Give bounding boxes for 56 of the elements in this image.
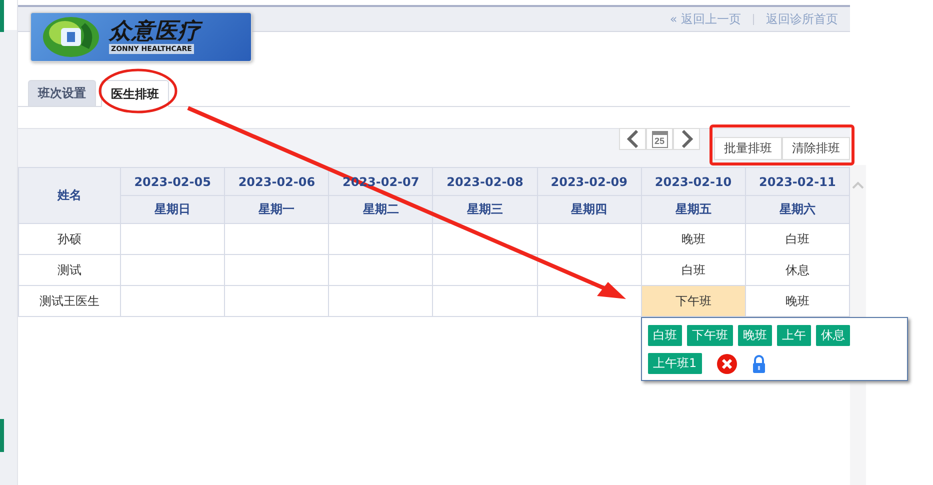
column-header: 2023-02-05 (134, 174, 211, 188)
table-cell[interactable] (120, 286, 225, 316)
table-cell[interactable]: 晚班 (745, 286, 850, 316)
shift-option[interactable]: 晚班 (738, 325, 772, 346)
column-header: 2023-02-08 (446, 174, 524, 188)
column-header: 2023-02-06 (238, 174, 316, 188)
table-cell[interactable] (537, 224, 642, 254)
column-header: 星期四 (571, 202, 608, 216)
table-cell[interactable]: 白班 (745, 224, 850, 254)
table-cell[interactable]: 白班 (641, 254, 746, 286)
table-cell[interactable] (328, 254, 433, 286)
clear-icon[interactable] (716, 354, 737, 374)
table-cell: 测试 (18, 254, 120, 286)
next-button[interactable] (673, 128, 700, 150)
column-header: 星期六 (779, 202, 816, 216)
clear-schedule-button[interactable]: 清除排班 (782, 137, 850, 160)
chevron-right-icon (680, 130, 694, 148)
shift-option[interactable]: 下午班 (687, 325, 733, 346)
column-header: 姓名 (18, 168, 120, 224)
tab[interactable]: 班次设置 (28, 80, 96, 106)
table-cell: 孙硕 (18, 224, 120, 254)
logo-title: 众意医疗 (109, 20, 201, 44)
shift-option[interactable]: 白班 (648, 325, 682, 346)
table-cell[interactable] (328, 286, 433, 316)
table-cell[interactable]: 晚班 (641, 224, 746, 254)
chevron-left-icon (626, 130, 640, 148)
batch-schedule-button[interactable]: 批量排班 (714, 137, 782, 160)
shift-option[interactable]: 上午 (777, 325, 811, 346)
shift-option[interactable]: 休息 (816, 325, 850, 346)
table-cell[interactable] (432, 254, 538, 286)
scroll-up-icon[interactable] (852, 181, 864, 189)
table-cell[interactable] (224, 224, 329, 254)
table-cell[interactable] (328, 224, 433, 254)
column-header: 星期一 (258, 202, 295, 216)
table-cell[interactable] (224, 254, 329, 286)
table-cell[interactable] (432, 286, 538, 316)
column-header: 星期二 (362, 202, 399, 216)
lock-icon[interactable] (752, 354, 766, 372)
table-cell[interactable]: 休息 (745, 254, 850, 286)
shift-option[interactable]: 上午班1 (648, 353, 702, 374)
table-cell[interactable] (120, 254, 225, 286)
calendar-button[interactable]: 25 (646, 128, 673, 150)
column-header: 2023-02-09 (550, 174, 628, 188)
previous-button[interactable] (619, 128, 646, 150)
globe-icon (41, 15, 101, 59)
tab[interactable]: 医生排班 (101, 80, 169, 107)
column-header: 星期三 (466, 202, 503, 216)
table-cell: 测试王医生 (18, 286, 120, 316)
column-header: 星期日 (154, 202, 191, 216)
column-header: 2023-02-11 (759, 174, 836, 188)
table-cell[interactable] (224, 286, 329, 316)
calendar-icon: 25 (652, 130, 668, 148)
column-header: 星期五 (675, 202, 712, 216)
table-cell[interactable] (120, 224, 225, 254)
column-header: 2023-02-10 (654, 174, 732, 188)
table-cell[interactable]: 下午班 (641, 286, 746, 316)
